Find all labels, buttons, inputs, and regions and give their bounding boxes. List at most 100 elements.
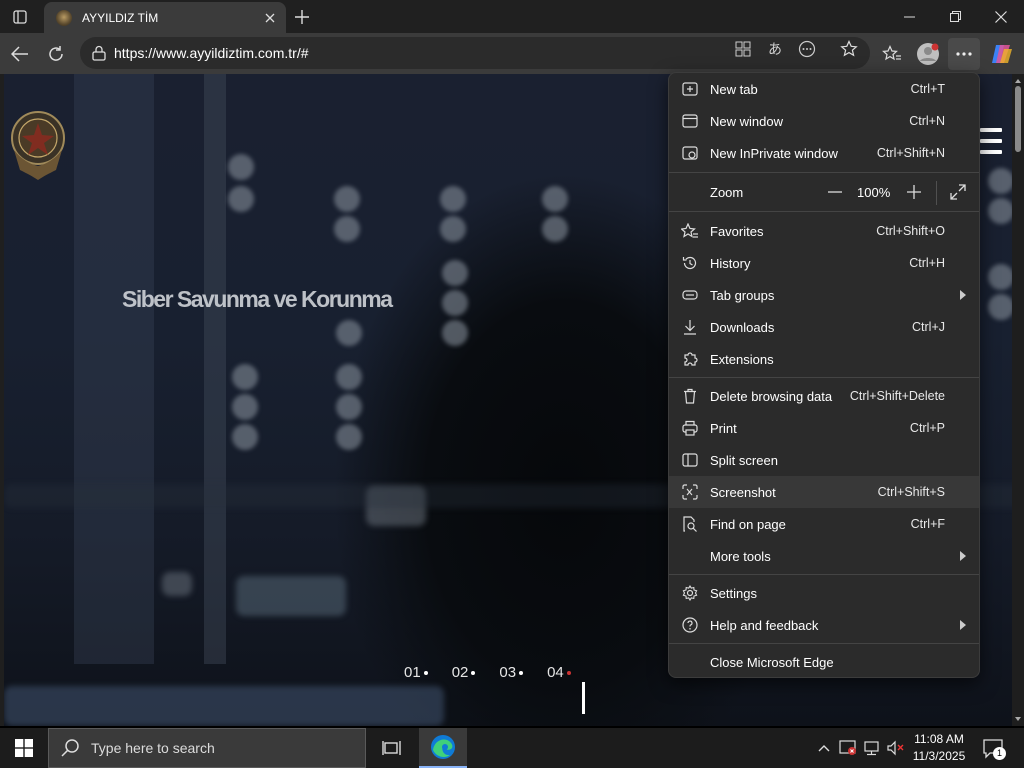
menu-item-shortcut: Ctrl+P: [909, 421, 945, 435]
menu-item-extensions[interactable]: Extensions: [669, 343, 979, 375]
taskbar-clock[interactable]: 11:08 AM 11/3/2025: [904, 731, 974, 765]
search-placeholder: Type here to search: [91, 740, 215, 756]
slide-button-active[interactable]: 04: [547, 664, 571, 681]
close-window-button[interactable]: [978, 0, 1024, 33]
refresh-button[interactable]: [40, 38, 72, 70]
site-favicon: [56, 9, 72, 26]
security-tray-button[interactable]: [838, 738, 858, 758]
ellipsis-icon: [956, 52, 972, 56]
menu-item-history[interactable]: History Ctrl+H: [669, 247, 979, 279]
slide-number: 01: [404, 664, 421, 681]
bg-shape: [228, 186, 254, 212]
menu-item-shortcut: Ctrl+H: [909, 256, 945, 270]
zoom-out-button[interactable]: [821, 180, 849, 204]
menu-item-label: Print: [710, 420, 737, 436]
bg-shape: [334, 186, 360, 212]
close-icon: [995, 10, 1007, 23]
menu-item-shortcut: Ctrl+T: [910, 82, 945, 96]
menu-item-close-edge[interactable]: Close Microsoft Edge: [669, 646, 979, 678]
menu-item-label: Screenshot: [710, 484, 776, 500]
tab-actions-icon: [13, 10, 27, 24]
copilot-icon: [992, 45, 1012, 63]
menu-item-shortcut: Ctrl+Shift+S: [877, 485, 945, 499]
bg-shape: [442, 260, 468, 286]
slide-number: 04: [547, 664, 564, 681]
notification-center-button[interactable]: 1: [982, 738, 1006, 760]
new-tab-button[interactable]: [288, 4, 316, 30]
tab-actions-button[interactable]: [6, 4, 34, 30]
slide-button[interactable]: 02: [452, 664, 476, 681]
new-window-icon: [681, 112, 699, 130]
scroll-thumb[interactable]: [1015, 86, 1021, 152]
network-tray-button[interactable]: [862, 738, 882, 758]
more-addressbar-button[interactable]: [796, 39, 818, 59]
menu-divider: [669, 211, 979, 212]
menu-item-more-tools[interactable]: More tools: [669, 540, 979, 572]
help-icon: [681, 616, 699, 634]
slide-button[interactable]: 03: [499, 664, 524, 681]
menu-item-tab-groups[interactable]: Tab groups: [669, 279, 979, 311]
zoom-in-button[interactable]: [900, 180, 928, 204]
page-scrollbar[interactable]: [1012, 74, 1024, 726]
search-icon: [61, 739, 79, 757]
menu-item-new-window[interactable]: New window Ctrl+N: [669, 105, 979, 137]
menu-item-screenshot[interactable]: Screenshot Ctrl+Shift+S: [669, 476, 979, 508]
menu-divider: [669, 574, 979, 575]
menu-item-find-on-page[interactable]: Find on page Ctrl+F: [669, 508, 979, 540]
chevron-up-icon: [818, 745, 830, 752]
slide-progress-line: [582, 682, 585, 714]
scroll-up-arrow-icon[interactable]: [1012, 76, 1024, 86]
minus-icon: [828, 191, 842, 193]
print-icon: [681, 419, 699, 437]
slide-button[interactable]: 01: [404, 664, 428, 681]
taskbar-edge-button[interactable]: [419, 728, 467, 768]
bg-shape: [542, 186, 568, 212]
menu-item-print[interactable]: Print Ctrl+P: [669, 412, 979, 444]
menu-item-downloads[interactable]: Downloads Ctrl+J: [669, 311, 979, 343]
bg-shape: [334, 216, 360, 242]
menu-item-split-screen[interactable]: Split screen: [669, 444, 979, 476]
task-view-icon: [382, 741, 401, 755]
show-hidden-icons-button[interactable]: [814, 738, 834, 758]
site-info-button[interactable]: [90, 44, 108, 62]
site-logo[interactable]: [8, 110, 68, 182]
hero-heading: Siber Savunma ve Korunma: [122, 286, 393, 312]
menu-item-new-tab[interactable]: New tab Ctrl+T: [669, 73, 979, 105]
add-favorite-button[interactable]: [838, 39, 860, 59]
minimize-button[interactable]: [886, 0, 932, 33]
tab-close-button[interactable]: [262, 10, 278, 26]
menu-item-shortcut: Ctrl+Shift+N: [876, 146, 945, 160]
settings-and-more-button[interactable]: [948, 38, 980, 70]
fullscreen-button[interactable]: [944, 180, 972, 204]
menu-item-delete-browsing-data[interactable]: Delete browsing data Ctrl+Shift+Delete: [669, 380, 979, 412]
app-available-button[interactable]: [732, 39, 754, 59]
taskbar-search-box[interactable]: Type here to search: [48, 728, 366, 768]
refresh-icon: [49, 46, 63, 61]
volume-tray-button[interactable]: [886, 738, 906, 758]
favorites-button[interactable]: [876, 38, 908, 70]
slide-number: 03: [499, 664, 517, 681]
back-button[interactable]: [4, 38, 36, 70]
translate-button[interactable]: あ: [764, 39, 786, 59]
menu-item-favorites[interactable]: Favorites Ctrl+Shift+O: [669, 215, 979, 247]
profile-button[interactable]: [912, 38, 944, 70]
menu-item-help-and-feedback[interactable]: Help and feedback: [669, 609, 979, 641]
settings-menu: New tab Ctrl+T New window Ctrl+N New InP…: [668, 72, 980, 678]
menu-item-shortcut: Ctrl+F: [910, 517, 945, 531]
restore-button[interactable]: [932, 0, 978, 33]
gear-icon: [681, 584, 699, 602]
bg-shape: [74, 74, 154, 664]
url-text[interactable]: https://www.ayyildiztim.com.tr/#: [114, 45, 309, 61]
scroll-down-arrow-icon[interactable]: [1012, 714, 1024, 724]
menu-item-settings[interactable]: Settings: [669, 577, 979, 609]
toolbar: https://www.ayyildiztim.com.tr/# あ: [0, 33, 1024, 74]
menu-item-new-inprivate-window[interactable]: New InPrivate window Ctrl+Shift+N: [669, 137, 979, 169]
menu-item-shortcut: Ctrl+Shift+Delete: [849, 389, 945, 403]
task-view-button[interactable]: [368, 728, 416, 768]
split-screen-icon: [681, 451, 699, 469]
copilot-button[interactable]: [986, 38, 1018, 70]
hamburger-menu-button[interactable]: [980, 128, 1002, 161]
start-button[interactable]: [0, 728, 48, 768]
tab-active[interactable]: AYYILDIZ TİM: [44, 2, 286, 33]
notification-count: 1: [993, 747, 1006, 760]
